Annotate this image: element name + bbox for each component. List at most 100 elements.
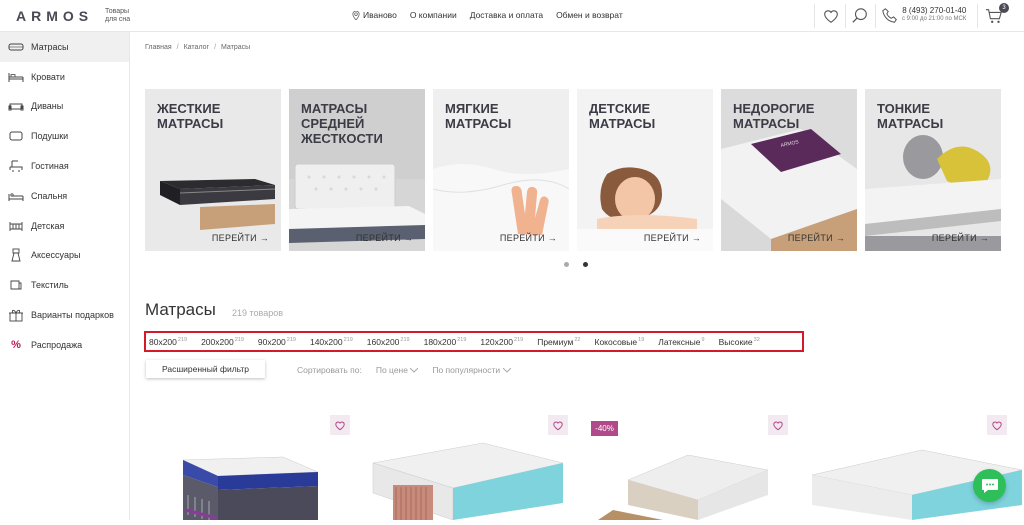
card-title: ТОНКИЕ МАТРАСЫ <box>877 101 944 131</box>
card-cheap-mattresses[interactable]: ARMOS НЕДОРОГИЕ МАТРАСЫ ПЕРЕЙТИ → <box>721 89 857 251</box>
product-card[interactable] <box>598 415 798 520</box>
heart-icon <box>992 421 1002 430</box>
chat-button[interactable] <box>973 469 1006 502</box>
location-pin-icon <box>352 10 360 20</box>
chevron-down-icon <box>502 367 511 373</box>
quick-filter-chips: 80x200219 200x200219 90x200219 140x20021… <box>144 331 804 352</box>
heart-icon <box>773 421 783 430</box>
card-thin-mattresses[interactable]: ТОНКИЕ МАТРАСЫ ПЕРЕЙТИ → <box>865 89 1001 251</box>
card-cta[interactable]: ПЕРЕЙТИ → <box>500 233 557 243</box>
card-cta[interactable]: ПЕРЕЙТИ → <box>356 233 413 243</box>
card-cta[interactable]: ПЕРЕЙТИ → <box>644 233 701 243</box>
sort-label: Сортировать по: <box>297 365 362 375</box>
chat-icon <box>981 478 998 493</box>
chip-high[interactable]: Высокие32 <box>719 337 760 347</box>
breadcrumb: Главная / Каталог / Матрасы <box>145 44 251 51</box>
sidebar-item-sofas[interactable]: Диваны <box>0 92 129 122</box>
card-soft-mattresses[interactable]: МЯГКИЕ МАТРАСЫ ПЕРЕЙТИ → <box>433 89 569 251</box>
chip-80x200[interactable]: 80x200219 <box>149 337 187 347</box>
heart-icon <box>335 421 345 430</box>
mattress-icon <box>8 40 24 54</box>
favorite-button[interactable] <box>330 415 350 435</box>
armchair-icon <box>8 159 24 173</box>
chip-180x200[interactable]: 180x200219 <box>424 337 467 347</box>
chip-coconut[interactable]: Кокосовые19 <box>595 337 645 347</box>
carousel-dots <box>564 262 588 267</box>
breadcrumb-current: Матрасы <box>221 44 251 51</box>
product-image <box>182 456 319 521</box>
product-image <box>372 442 564 521</box>
sidebar-item-living-room[interactable]: Гостиная <box>0 151 129 181</box>
crib-icon <box>8 219 24 233</box>
sidebar-item-textile[interactable]: Текстиль <box>0 270 129 300</box>
divider <box>845 4 846 28</box>
chip-200x200[interactable]: 200x200219 <box>201 337 244 347</box>
top-nav: Иваново О компании Доставка и оплата Обм… <box>352 10 623 20</box>
sidebar-item-bedroom[interactable]: Спальня <box>0 181 129 211</box>
phone-icon[interactable] <box>881 7 899 25</box>
sofa-icon <box>8 99 24 113</box>
favorite-button[interactable] <box>987 415 1007 435</box>
divider <box>977 4 978 28</box>
card-cta[interactable]: ПЕРЕЙТИ → <box>788 233 845 243</box>
card-title: ЖЕСТКИЕ МАТРАСЫ <box>157 101 224 131</box>
sort-by-price[interactable]: По цене <box>376 365 419 375</box>
breadcrumb-catalog[interactable]: Каталог <box>184 44 209 51</box>
favorite-button[interactable] <box>768 415 788 435</box>
card-medium-mattresses[interactable]: МАТРАСЫ СРЕДНЕЙ ЖЕСТКОСТИ ПЕРЕЙТИ → <box>289 89 425 251</box>
card-title: НЕДОРОГИЕ МАТРАСЫ <box>733 101 815 131</box>
card-title: МАТРАСЫ СРЕДНЕЙ ЖЕСТКОСТИ <box>301 101 383 146</box>
city-selector[interactable]: Иваново <box>352 10 397 20</box>
chip-90x200[interactable]: 90x200219 <box>258 337 296 347</box>
card-kids-mattresses[interactable]: ДЕТСКИЕ МАТРАСЫ ПЕРЕЙТИ → <box>577 89 713 251</box>
chip-premium[interactable]: Премиум22 <box>537 337 580 347</box>
chevron-down-icon <box>409 367 419 373</box>
divider <box>814 4 815 28</box>
nav-delivery[interactable]: Доставка и оплата <box>470 10 543 20</box>
advanced-filter-button[interactable]: Расширенный фильтр <box>146 360 265 378</box>
carousel-dot-active[interactable] <box>583 262 588 267</box>
sidebar-item-mattresses[interactable]: Матрасы <box>0 32 129 62</box>
logo[interactable]: ARMOS <box>16 8 93 24</box>
nav-about[interactable]: О компании <box>410 10 457 20</box>
percent-icon: % <box>11 338 21 351</box>
product-card[interactable] <box>368 415 568 521</box>
product-card[interactable] <box>148 415 350 521</box>
site-header: ARMOS Товары для сна Иваново О компании … <box>0 0 1024 32</box>
heart-icon[interactable] <box>822 7 840 25</box>
sidebar-item-accessories[interactable]: Аксессуары <box>0 241 129 271</box>
chip-140x200[interactable]: 140x200219 <box>310 337 353 347</box>
divider <box>875 4 876 28</box>
chip-latex[interactable]: Латексные9 <box>658 337 704 347</box>
sidebar-item-kids[interactable]: Детская <box>0 211 129 241</box>
nav-returns[interactable]: Обмен и возврат <box>556 10 623 20</box>
product-count: 219 товаров <box>232 308 284 318</box>
card-cta[interactable]: ПЕРЕЙТИ → <box>932 233 989 243</box>
logo-tagline: Товары для сна <box>105 8 131 23</box>
breadcrumb-home[interactable]: Главная <box>145 44 172 51</box>
sort-bar: Сортировать по: По цене По популярности <box>297 365 511 375</box>
sidebar-item-beds[interactable]: Кровати <box>0 62 129 92</box>
bed-icon <box>8 70 24 84</box>
chip-120x200[interactable]: 120x200219 <box>480 337 523 347</box>
sidebar-item-pillows[interactable]: Подушки <box>0 121 129 151</box>
pillow-icon <box>8 129 24 143</box>
chip-160x200[interactable]: 160x200219 <box>367 337 410 347</box>
page-title: Матрасы <box>145 300 216 319</box>
phone-block[interactable]: 8 (493) 270-01-40 с 9:00 до 21:00 по МСК <box>902 6 966 22</box>
card-title: ДЕТСКИЕ МАТРАСЫ <box>589 101 656 131</box>
sidebar-item-sale[interactable]: % Распродажа <box>0 330 129 360</box>
card-cta[interactable]: ПЕРЕЙТИ → <box>212 233 269 243</box>
card-title: МЯГКИЕ МАТРАСЫ <box>445 101 512 131</box>
product-card[interactable] <box>807 415 1023 520</box>
card-hard-mattresses[interactable]: ЖЕСТКИЕ МАТРАСЫ ПЕРЕЙТИ → <box>145 89 281 251</box>
favorite-button[interactable] <box>548 415 568 435</box>
category-carousel: ЖЕСТКИЕ МАТРАСЫ ПЕРЕЙТИ → МАТРАСЫ СРЕДНЕ… <box>145 89 1001 251</box>
sidebar-item-gifts[interactable]: Варианты подарков <box>0 300 129 330</box>
textile-icon <box>8 278 24 292</box>
cart-count-badge: 3 <box>999 3 1009 13</box>
sort-by-popularity[interactable]: По популярности <box>432 365 511 375</box>
carousel-dot[interactable] <box>564 262 569 267</box>
bedroom-icon <box>8 189 24 203</box>
search-icon[interactable] <box>851 7 869 25</box>
